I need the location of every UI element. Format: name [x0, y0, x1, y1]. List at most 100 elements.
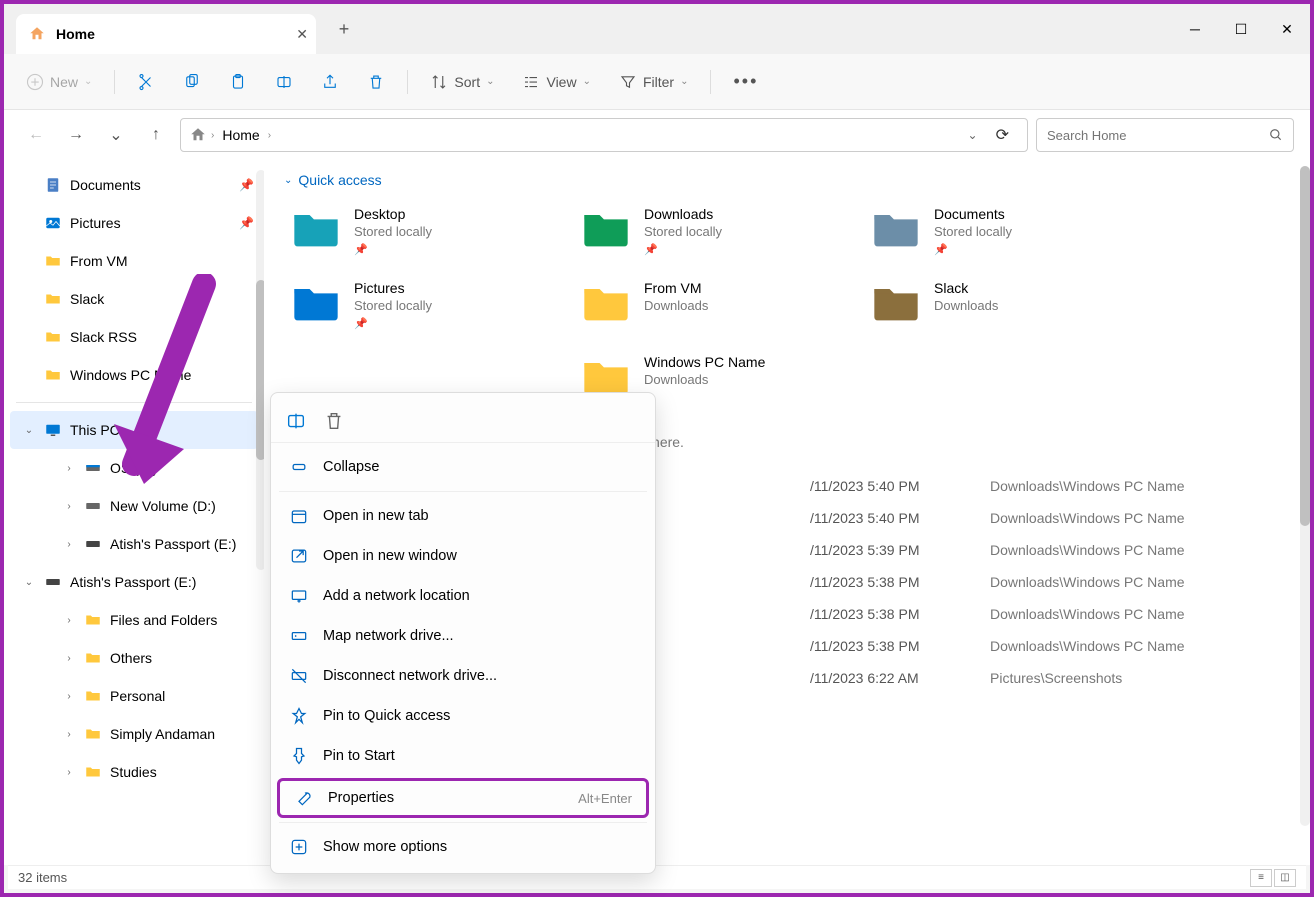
rename-button[interactable]: [265, 67, 303, 97]
view-label: View: [546, 74, 576, 90]
folder-icon: [870, 206, 922, 250]
pin-icon: 📌: [239, 178, 254, 192]
folder-icon: [290, 206, 342, 250]
cm-properties[interactable]: Properties Alt+Enter: [277, 778, 649, 818]
quick-access-item[interactable]: Desktop Stored locally 📌: [284, 200, 564, 262]
trash-icon[interactable]: [323, 410, 345, 432]
drive-icon: [84, 535, 102, 553]
breadcrumb-home[interactable]: Home: [218, 125, 263, 145]
quick-access-item[interactable]: Documents Stored locally 📌: [864, 200, 1144, 262]
trash-icon: [367, 73, 385, 91]
forward-button[interactable]: →: [60, 119, 92, 151]
collapse-icon: [289, 457, 309, 477]
folder-icon: [580, 206, 632, 250]
quick-access-item[interactable]: Downloads Stored locally 📌: [574, 200, 854, 262]
scissors-icon: [137, 73, 155, 91]
sidebar-item-windows-pc[interactable]: Windows PC Name: [4, 356, 264, 394]
sidebar-item-files-folders[interactable]: › Files and Folders: [4, 601, 264, 639]
sidebar-item-others[interactable]: › Others: [4, 639, 264, 677]
cm-open-new-tab[interactable]: Open in new tab: [275, 496, 651, 536]
new-tab-button[interactable]: +: [328, 19, 360, 40]
home-icon: [189, 126, 207, 144]
sidebar-item-pictures[interactable]: Pictures 📌: [4, 204, 264, 242]
view-button[interactable]: View ⌄: [512, 67, 600, 97]
cm-pin-quick[interactable]: Pin to Quick access: [275, 696, 651, 736]
paste-icon: [229, 73, 247, 91]
quick-access-item[interactable]: Pictures Stored locally 📌: [284, 274, 564, 336]
pin-icon: 📌: [354, 243, 432, 256]
close-window-button[interactable]: ✕: [1264, 9, 1310, 49]
refresh-button[interactable]: ⟳: [986, 125, 1019, 145]
folder-icon: [580, 280, 632, 324]
new-button[interactable]: New ⌄: [16, 67, 102, 97]
more-button[interactable]: •••: [723, 65, 768, 98]
sidebar-item-simply-andaman[interactable]: › Simply Andaman: [4, 715, 264, 753]
pin-start-icon: [289, 746, 309, 766]
minimize-button[interactable]: ─: [1172, 9, 1218, 49]
sidebar-item-atish-passport[interactable]: › Atish's Passport (E:): [4, 525, 264, 563]
sidebar-item-from-vm[interactable]: From VM: [4, 242, 264, 280]
pin-icon: 📌: [644, 243, 722, 256]
filter-button[interactable]: Filter ⌄: [609, 67, 699, 97]
share-button[interactable]: [311, 67, 349, 97]
cm-show-more[interactable]: Show more options: [275, 827, 651, 867]
chevron-right-icon: ›: [211, 130, 214, 141]
sidebar-item-this-pc[interactable]: ⌄ This PC: [10, 411, 258, 449]
dropdown-chevron[interactable]: ⌄: [968, 128, 978, 142]
chevron-down-icon: ⌄: [22, 425, 36, 436]
sidebar-item-os-c[interactable]: › OS (C:): [4, 449, 264, 487]
folder-icon: [44, 328, 62, 346]
maximize-button[interactable]: ☐: [1218, 9, 1264, 49]
chevron-right-icon: ›: [62, 501, 76, 512]
cm-pin-start[interactable]: Pin to Start: [275, 736, 651, 776]
sidebar-item-documents[interactable]: Documents 📌: [4, 166, 264, 204]
sort-button[interactable]: Sort ⌄: [420, 67, 504, 97]
sidebar-item-slack[interactable]: Slack: [4, 280, 264, 318]
up-button[interactable]: ↑: [140, 119, 172, 151]
chevron-right-icon: ›: [62, 463, 76, 474]
thumbnails-view-button[interactable]: ◫: [1274, 869, 1296, 887]
pc-icon: [44, 421, 62, 439]
delete-button[interactable]: [357, 67, 395, 97]
cut-button[interactable]: [127, 67, 165, 97]
cm-add-network[interactable]: Add a network location: [275, 576, 651, 616]
copy-icon: [183, 73, 201, 91]
chevron-right-icon: ›: [62, 691, 76, 702]
folder-icon: [290, 280, 342, 324]
breadcrumb[interactable]: › Home › ⌄ ⟳: [180, 118, 1028, 152]
back-button[interactable]: ←: [20, 119, 52, 151]
sidebar-item-new-volume[interactable]: › New Volume (D:): [4, 487, 264, 525]
sidebar-item-slack-rss[interactable]: Slack RSS: [4, 318, 264, 356]
chevron-right-icon: ›: [62, 729, 76, 740]
rename-icon[interactable]: [285, 410, 307, 432]
cm-collapse[interactable]: Collapse: [275, 447, 651, 487]
drive-icon: [84, 459, 102, 477]
recent-locations-button[interactable]: ⌄: [100, 119, 132, 151]
pin-icon: 📌: [354, 317, 432, 330]
home-icon: [28, 25, 46, 43]
folder-icon: [44, 252, 62, 270]
network-icon: [289, 586, 309, 606]
cm-map-drive[interactable]: Map network drive...: [275, 616, 651, 656]
sidebar-item-atish-passport-root[interactable]: ⌄ Atish's Passport (E:): [4, 563, 264, 601]
details-view-button[interactable]: ≡: [1250, 869, 1272, 887]
copy-button[interactable]: [173, 67, 211, 97]
quick-access-item[interactable]: From VM Downloads: [574, 274, 854, 336]
search-icon: [1269, 128, 1283, 142]
close-tab-button[interactable]: ✕: [296, 26, 308, 43]
section-quick-access[interactable]: ⌄ Quick access: [284, 172, 1290, 188]
quick-access-item[interactable]: Slack Downloads: [864, 274, 1144, 336]
wrench-icon: [294, 788, 314, 808]
sidebar-item-studies[interactable]: › Studies: [4, 753, 264, 791]
search-box[interactable]: [1036, 118, 1294, 152]
tab-home[interactable]: Home ✕: [16, 14, 316, 54]
tab-icon: [289, 506, 309, 526]
cm-open-new-window[interactable]: Open in new window: [275, 536, 651, 576]
chevron-down-icon: ⌄: [284, 175, 292, 186]
paste-button[interactable]: [219, 67, 257, 97]
search-input[interactable]: [1047, 128, 1269, 143]
sidebar-item-personal[interactable]: › Personal: [4, 677, 264, 715]
chevron-right-icon: ›: [62, 767, 76, 778]
context-menu: Collapse Open in new tab Open in new win…: [270, 392, 656, 874]
cm-disconnect-drive[interactable]: Disconnect network drive...: [275, 656, 651, 696]
